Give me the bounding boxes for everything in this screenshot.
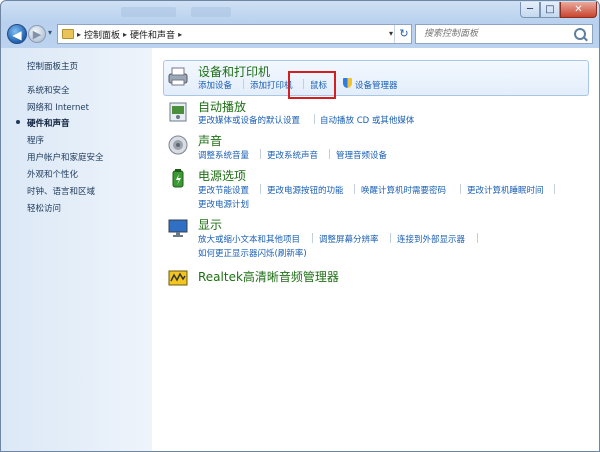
link-separator bbox=[314, 114, 315, 124]
link-sleep-time[interactable]: 更改计算机睡眠时间 bbox=[467, 184, 544, 196]
control-panel-window: ─ □ ✕ ◀ ▶ ▾ ▸ 控制面板 ▸ 硬件和声音 ▸ ▾ ↻ 控制面板主页 … bbox=[0, 0, 600, 452]
link-external-display[interactable]: 连接到外部显示器 bbox=[397, 233, 465, 245]
uac-shield-icon bbox=[343, 78, 352, 88]
annotation-highlight-box bbox=[288, 71, 336, 99]
link-power-saving-settings[interactable]: 更改节能设置 bbox=[198, 184, 249, 196]
link-separator bbox=[477, 233, 478, 243]
link-autoplay-cd[interactable]: 自动播放 CD 或其他媒体 bbox=[320, 114, 414, 126]
link-flicker-refresh-rate[interactable]: 如何更正显示器闪烁(刷新率) bbox=[198, 247, 307, 259]
back-button[interactable]: ◀ bbox=[7, 24, 27, 44]
link-password-on-wake[interactable]: 唤醒计算机时需要密码 bbox=[361, 184, 446, 196]
link-separator bbox=[390, 233, 391, 243]
sidebar-item-system-security[interactable]: 系统和安全 bbox=[27, 84, 70, 96]
sidebar-item-appearance[interactable]: 外观和个性化 bbox=[27, 168, 78, 180]
control-panel-folder-icon bbox=[62, 29, 74, 39]
link-add-device[interactable]: 添加设备 bbox=[198, 79, 232, 91]
link-separator bbox=[243, 79, 244, 89]
link-autoplay-defaults[interactable]: 更改媒体或设备的默认设置 bbox=[198, 114, 300, 126]
sidebar-item-clock-language[interactable]: 时钟、语言和区域 bbox=[27, 185, 95, 197]
address-dropdown-icon[interactable]: ▾ bbox=[389, 29, 393, 38]
category-title-realtek[interactable]: Realtek高清晰音频管理器 bbox=[198, 268, 339, 285]
sidebar-item-ease-of-access[interactable]: 轻松访问 bbox=[27, 202, 61, 214]
link-adjust-volume[interactable]: 调整系统音量 bbox=[198, 149, 249, 161]
sidebar-item-network[interactable]: 网络和 Internet bbox=[27, 101, 89, 113]
recent-pages-dropdown[interactable]: ▾ bbox=[48, 28, 52, 37]
sidebar-item-user-accounts[interactable]: 用户帐户和家庭安全 bbox=[27, 151, 104, 163]
sidebar: 控制面板主页 系统和安全 网络和 Internet 硬件和声音 程序 用户帐户和… bbox=[1, 48, 152, 451]
autoplay-icon[interactable] bbox=[167, 101, 189, 123]
search-icon[interactable] bbox=[574, 28, 586, 40]
link-screen-resolution[interactable]: 调整屏幕分辨率 bbox=[319, 233, 379, 245]
sidebar-item-hardware-sound[interactable]: 硬件和声音 bbox=[27, 117, 70, 129]
category-title-power[interactable]: 电源选项 bbox=[198, 167, 246, 184]
link-device-manager[interactable]: 设备管理器 bbox=[355, 79, 398, 91]
category-title-display[interactable]: 显示 bbox=[198, 216, 222, 233]
link-separator bbox=[260, 149, 261, 159]
link-separator bbox=[460, 184, 461, 194]
realtek-audio-icon[interactable] bbox=[167, 267, 189, 289]
refresh-button[interactable]: ↻ bbox=[394, 25, 413, 43]
link-manage-audio-devices[interactable]: 管理音频设备 bbox=[336, 149, 387, 161]
speaker-icon[interactable] bbox=[167, 134, 189, 156]
address-bar[interactable]: ▸ 控制面板 ▸ 硬件和声音 ▸ ▾ bbox=[57, 24, 412, 44]
sidebar-item-home[interactable]: 控制面板主页 bbox=[27, 60, 78, 72]
link-separator bbox=[312, 233, 313, 243]
category-title-autoplay[interactable]: 自动播放 bbox=[198, 98, 246, 115]
category-title-devices[interactable]: 设备和打印机 bbox=[198, 63, 270, 80]
search-input[interactable] bbox=[424, 26, 574, 42]
breadcrumb-control-panel[interactable]: 控制面板 bbox=[84, 28, 120, 41]
display-monitor-icon[interactable] bbox=[167, 217, 189, 239]
power-options-icon[interactable] bbox=[167, 168, 189, 190]
link-separator bbox=[354, 184, 355, 194]
printer-icon[interactable] bbox=[167, 65, 189, 87]
blurred-title-region bbox=[121, 7, 176, 17]
breadcrumb-separator[interactable]: ▸ bbox=[123, 30, 127, 39]
breadcrumb-separator[interactable]: ▸ bbox=[178, 30, 182, 39]
breadcrumb-hardware-sound[interactable]: 硬件和声音 bbox=[130, 28, 175, 41]
category-title-sound[interactable]: 声音 bbox=[198, 132, 222, 149]
maximize-button[interactable]: □ bbox=[540, 2, 560, 18]
link-change-power-plan[interactable]: 更改电源计划 bbox=[198, 198, 249, 210]
current-page-bullet bbox=[16, 120, 20, 124]
blurred-title-region bbox=[191, 7, 231, 17]
link-text-size[interactable]: 放大或缩小文本和其他项目 bbox=[198, 233, 300, 245]
sidebar-item-programs[interactable]: 程序 bbox=[27, 134, 44, 146]
breadcrumb-separator[interactable]: ▸ bbox=[77, 30, 81, 39]
link-add-printer[interactable]: 添加打印机 bbox=[250, 79, 293, 91]
link-change-sounds[interactable]: 更改系统声音 bbox=[267, 149, 318, 161]
forward-button[interactable]: ▶ bbox=[28, 25, 46, 43]
close-button[interactable]: ✕ bbox=[560, 2, 597, 18]
link-separator bbox=[329, 149, 330, 159]
link-separator bbox=[260, 184, 261, 194]
search-box[interactable] bbox=[415, 24, 593, 44]
minimize-button[interactable]: ─ bbox=[520, 2, 540, 18]
link-separator bbox=[554, 184, 555, 194]
link-power-button-function[interactable]: 更改电源按钮的功能 bbox=[267, 184, 344, 196]
